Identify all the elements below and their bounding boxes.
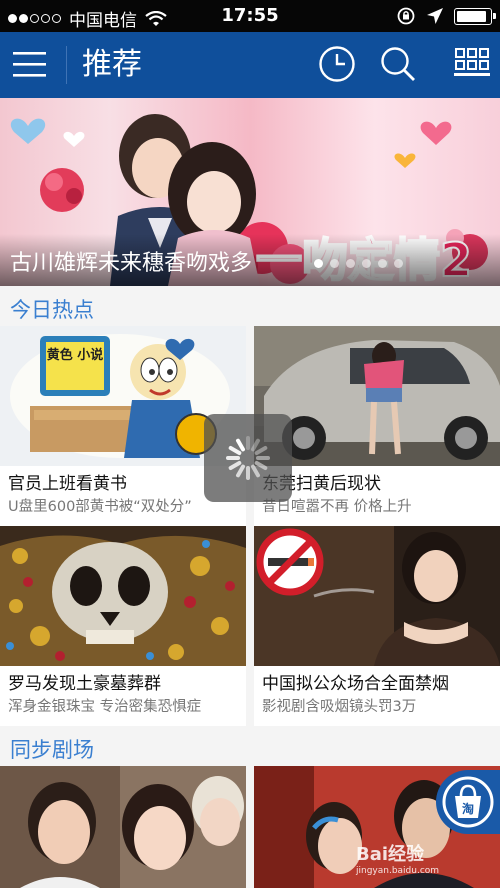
loading-spinner (204, 414, 292, 502)
drama-card-1[interactable] (0, 766, 246, 888)
shop-button-label: 淘 (462, 801, 474, 816)
carousel-dot[interactable] (362, 259, 371, 268)
search-icon[interactable] (378, 44, 418, 84)
shopping-bag-icon: 淘 (442, 776, 494, 828)
taobao-shop-button[interactable]: 淘 (436, 770, 500, 834)
grid-icon[interactable] (452, 44, 492, 84)
news-title: 官员上班看黄书 (8, 474, 127, 494)
news-image-4 (254, 526, 500, 666)
watermark-sub: jingyan.baidu.com (356, 866, 440, 876)
carousel-dot[interactable] (314, 259, 323, 268)
news-card-4[interactable]: 中国拟公众场合全面禁烟 影视剧含吸烟镜头罚3万 (254, 526, 500, 726)
carousel-dot[interactable] (378, 259, 387, 268)
location-icon (427, 8, 443, 24)
section-title-hot-today: 今日热点 (10, 298, 94, 322)
nav-divider (66, 46, 67, 84)
carousel-page-indicator (314, 259, 410, 268)
clock-icon[interactable] (317, 44, 357, 84)
spinner-icon (226, 436, 270, 480)
battery-level (457, 10, 486, 22)
banner-caption: 古川雄辉未来穗香吻戏多 (10, 251, 253, 276)
news-image-3 (0, 526, 246, 666)
news-subtitle: 浑身金银珠宝 专治密集恐惧症 (8, 699, 202, 715)
news-title: 中国拟公众场合全面禁烟 (262, 674, 449, 694)
news-card-3[interactable]: 罗马发现土豪墓葬群 浑身金银珠宝 专治密集恐惧症 (0, 526, 246, 726)
banner-carousel[interactable]: 一吻定情2 古川雄辉未来穗香吻戏多 (0, 98, 500, 286)
top-nav-bar: 推荐 (0, 32, 500, 98)
page-title: 推荐 (82, 47, 142, 82)
menu-icon[interactable] (10, 46, 50, 82)
carousel-dot[interactable] (394, 259, 403, 268)
carousel-dot[interactable] (330, 259, 339, 268)
news-title: 罗马发现土豪墓葬群 (8, 674, 161, 694)
rotation-lock-icon (397, 7, 415, 25)
watermark-main: Bai经验 (356, 844, 425, 865)
section-title-drama: 同步剧场 (10, 738, 94, 762)
status-bar: 中国电信 17:55 (0, 0, 500, 32)
baidu-jingyan-watermark: Bai经验 jingyan.baidu.com (356, 840, 439, 876)
drama-image-1 (0, 766, 246, 888)
battery-icon (454, 7, 496, 25)
news-subtitle: U盘里600部黄书被“双处分” (8, 499, 192, 515)
news-image-1-text: 黄色 小说 (47, 347, 104, 363)
news-subtitle: 影视剧含吸烟镜头罚3万 (262, 699, 417, 715)
carousel-dot[interactable] (346, 259, 355, 268)
